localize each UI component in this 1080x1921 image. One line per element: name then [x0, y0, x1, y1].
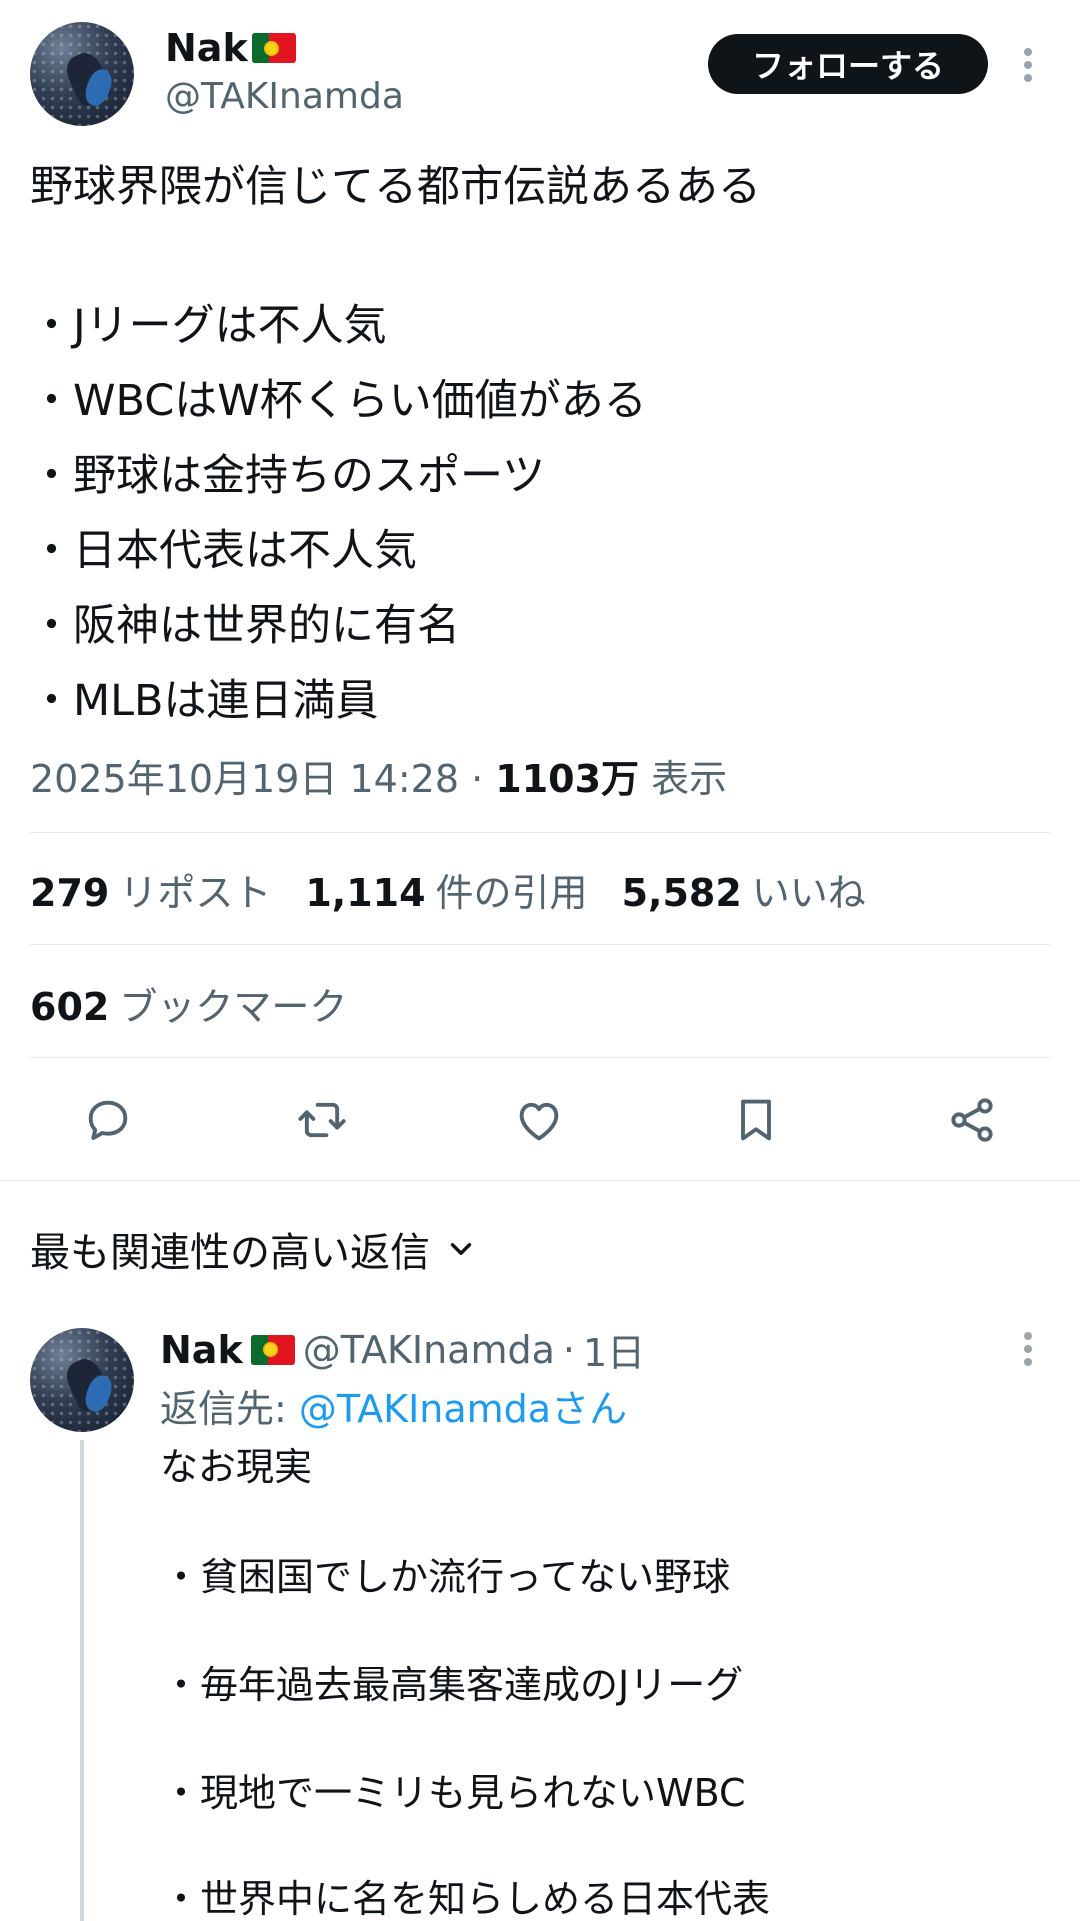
tweet-bullet: ・日本代表は不人気: [30, 526, 417, 576]
author-avatar[interactable]: [30, 22, 134, 126]
portugal-flag-icon: [250, 1334, 295, 1365]
bookmarks-label: ブックマーク: [119, 985, 348, 1029]
reply-bullet: ・現地で一ミリも見られないWBC: [162, 1771, 746, 1815]
quotes-label: 件の引用: [435, 871, 588, 915]
tweet-meta: 2025年10月19日 14:28 · 1103万 表示: [30, 748, 727, 803]
reposts-count: 279: [30, 871, 110, 915]
reply-to-line: 返信先: @TAKInamdaさん: [160, 1378, 627, 1433]
quotes-count: 1,114: [305, 871, 426, 915]
author-name-text: Nak: [165, 26, 248, 70]
reply-author-name[interactable]: Nak: [160, 1328, 243, 1372]
author-handle[interactable]: @TAKInamda: [165, 76, 404, 117]
tweet-bullet: ・Jリーグは不人気: [30, 301, 387, 351]
views-count: 1103万: [495, 757, 640, 801]
reply-author-handle[interactable]: @TAKInamda: [303, 1328, 555, 1372]
views-label: 表示: [651, 757, 728, 801]
reposts-label: リポスト: [119, 871, 272, 915]
author-display-name[interactable]: Nak: [165, 26, 296, 70]
reply-more-options-icon[interactable]: [1018, 1324, 1038, 1374]
action-bar: [0, 1090, 1080, 1150]
engagement-stats: 279 リポスト 1,114 件の引用 5,582 いいね: [30, 862, 866, 917]
reply-to-handle-link[interactable]: @TAKInamdaさん: [299, 1387, 627, 1431]
portugal-flag-icon: [251, 33, 296, 63]
tweet-bullet: ・WBCはW杯くらい価値がある: [30, 376, 647, 426]
reply-age[interactable]: 1日: [583, 1322, 645, 1377]
divider: [30, 1057, 1050, 1058]
likes-stat[interactable]: 5,582 いいね: [622, 862, 866, 917]
reposts-stat[interactable]: 279 リポスト: [30, 862, 271, 917]
quotes-stat[interactable]: 1,114 件の引用: [305, 862, 587, 917]
tweet-bullet: ・MLBは連日満員: [30, 676, 379, 726]
reply-bullet: ・世界中に名を知らしめる日本代表: [162, 1877, 771, 1921]
meta-separator: ·: [471, 757, 484, 801]
tweet-bullet: ・阪神は世界的に有名: [30, 601, 460, 651]
reply-to-prefix: 返信先:: [160, 1387, 299, 1431]
divider: [30, 832, 1050, 833]
reply-icon[interactable]: [78, 1090, 138, 1150]
reply-header: Nak @TAKInamda · 1日: [160, 1322, 645, 1377]
more-options-icon[interactable]: [1018, 40, 1038, 90]
sort-label: 最も関連性の高い返信: [30, 1230, 430, 1276]
reply-first-line: なお現実: [160, 1445, 313, 1489]
likes-count: 5,582: [621, 871, 742, 915]
repost-icon[interactable]: [292, 1090, 352, 1150]
reply-bullet: ・貧困国でしか流行ってない野球: [162, 1555, 731, 1599]
chevron-down-icon: [450, 1243, 472, 1255]
bookmark-icon[interactable]: [726, 1090, 786, 1150]
tweet-bullet: ・野球は金持ちのスポーツ: [30, 451, 546, 501]
likes-label: いいね: [751, 871, 866, 915]
reply-separator: ·: [562, 1327, 575, 1372]
reply-author-avatar[interactable]: [30, 1328, 134, 1432]
tweet-title-line: 野球界隈が信じてる都市伝説あるある: [30, 162, 761, 212]
tweet-timestamp[interactable]: 2025年10月19日 14:28: [30, 757, 459, 801]
divider: [30, 944, 1050, 945]
thread-line: [80, 1440, 84, 1921]
share-icon[interactable]: [942, 1090, 1002, 1150]
like-icon[interactable]: [509, 1090, 569, 1150]
follow-button[interactable]: フォローする: [708, 34, 988, 94]
reply-sort-selector[interactable]: 最も関連性の高い返信: [30, 1220, 478, 1278]
bookmarks-stat[interactable]: 602 ブックマーク: [30, 976, 347, 1031]
reply-bullet: ・毎年過去最高集客達成のJリーグ: [162, 1663, 744, 1707]
tweet-text: 野球界隈が信じてる都市伝説あるある ・Jリーグは不人気 ・WBCはW杯くらい価値…: [30, 150, 1050, 739]
bookmarks-count: 602: [30, 985, 110, 1029]
section-divider: [0, 1180, 1080, 1181]
